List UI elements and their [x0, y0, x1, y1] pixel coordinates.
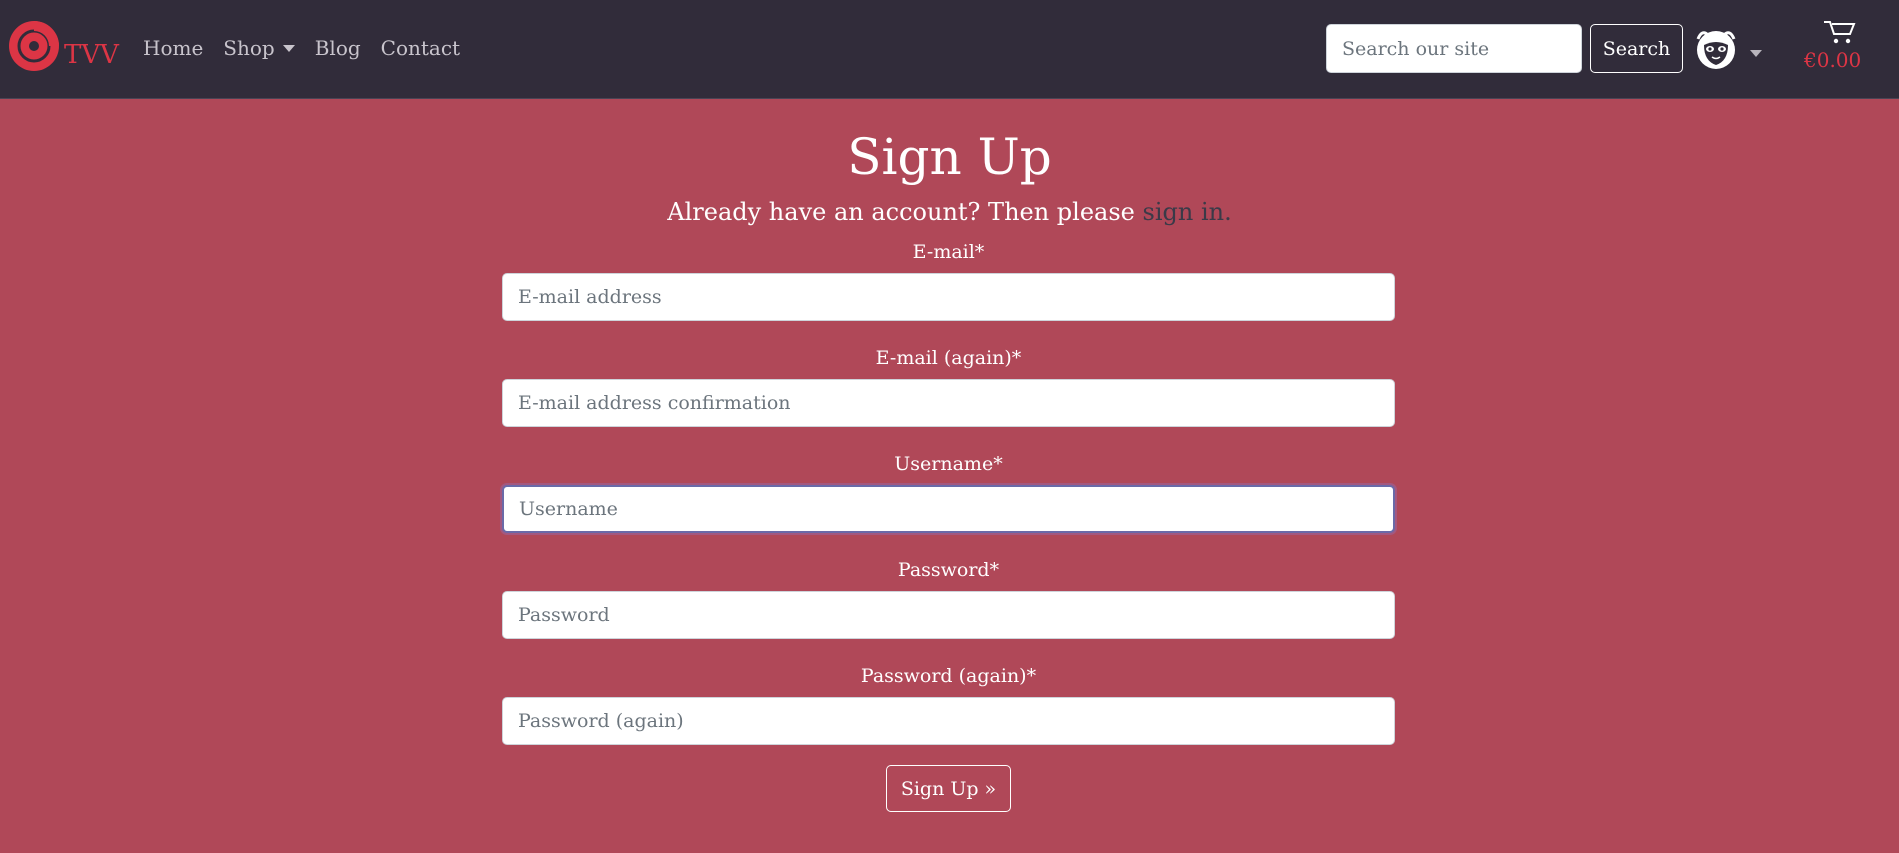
signup-form: E-mail* E-mail (again)* Username* Passwo…: [502, 239, 1395, 812]
napster-cat-avatar-icon: [1696, 31, 1736, 69]
password-label: Password*: [897, 559, 1000, 581]
email-label: E-mail*: [912, 241, 985, 263]
signin-prompt-text: Already have an account? Then please: [667, 198, 1135, 226]
search-input[interactable]: [1326, 24, 1582, 73]
nav-item-shop-label: Shop: [223, 36, 275, 60]
password-confirm-label: Password (again)*: [860, 665, 1037, 687]
email-field-group: E-mail*: [502, 239, 1395, 321]
email-field[interactable]: [502, 273, 1395, 321]
vinyl-record-logo-icon: [9, 21, 59, 71]
password-confirm-field[interactable]: [502, 697, 1395, 745]
signin-prompt: Already have an account? Then please sig…: [0, 197, 1899, 227]
signup-page: Sign Up Already have an account? Then pl…: [0, 99, 1899, 812]
username-field-group: Username*: [502, 451, 1395, 533]
password-field-group: Password*: [502, 557, 1395, 639]
search-button[interactable]: Search: [1590, 24, 1683, 73]
brand-logo-link[interactable]: TVV: [8, 20, 119, 72]
main-nav: Home Shop Blog Contact: [143, 36, 480, 60]
brand-name: TVV: [64, 40, 119, 70]
signup-submit-button[interactable]: Sign Up »: [885, 765, 1012, 812]
chevron-down-icon: [1750, 49, 1762, 57]
page-title: Sign Up: [847, 128, 1052, 186]
nav-item-home[interactable]: Home: [143, 36, 203, 60]
nav-item-blog[interactable]: Blog: [315, 36, 361, 60]
nav-item-shop[interactable]: Shop: [223, 36, 295, 60]
email-confirm-field[interactable]: [502, 379, 1395, 427]
password-field[interactable]: [502, 591, 1395, 639]
navbar: TVV Home Shop Blog Contact Search our si…: [0, 0, 1899, 99]
cart-link[interactable]: €0.00: [1796, 18, 1892, 72]
account-dropdown[interactable]: [1694, 27, 1762, 71]
cart-total: €0.00: [1804, 48, 1862, 72]
nav-item-contact[interactable]: Contact: [381, 36, 460, 60]
username-label: Username*: [894, 453, 1003, 475]
chevron-down-icon: [282, 44, 295, 52]
email-confirm-field-group: E-mail (again)*: [502, 345, 1395, 427]
password-confirm-field-group: Password (again)*: [502, 663, 1395, 745]
email-confirm-label: E-mail (again)*: [875, 347, 1022, 369]
username-field[interactable]: [502, 485, 1395, 533]
shopping-cart-icon: [1824, 21, 1856, 44]
signin-link[interactable]: sign in.: [1143, 198, 1232, 226]
